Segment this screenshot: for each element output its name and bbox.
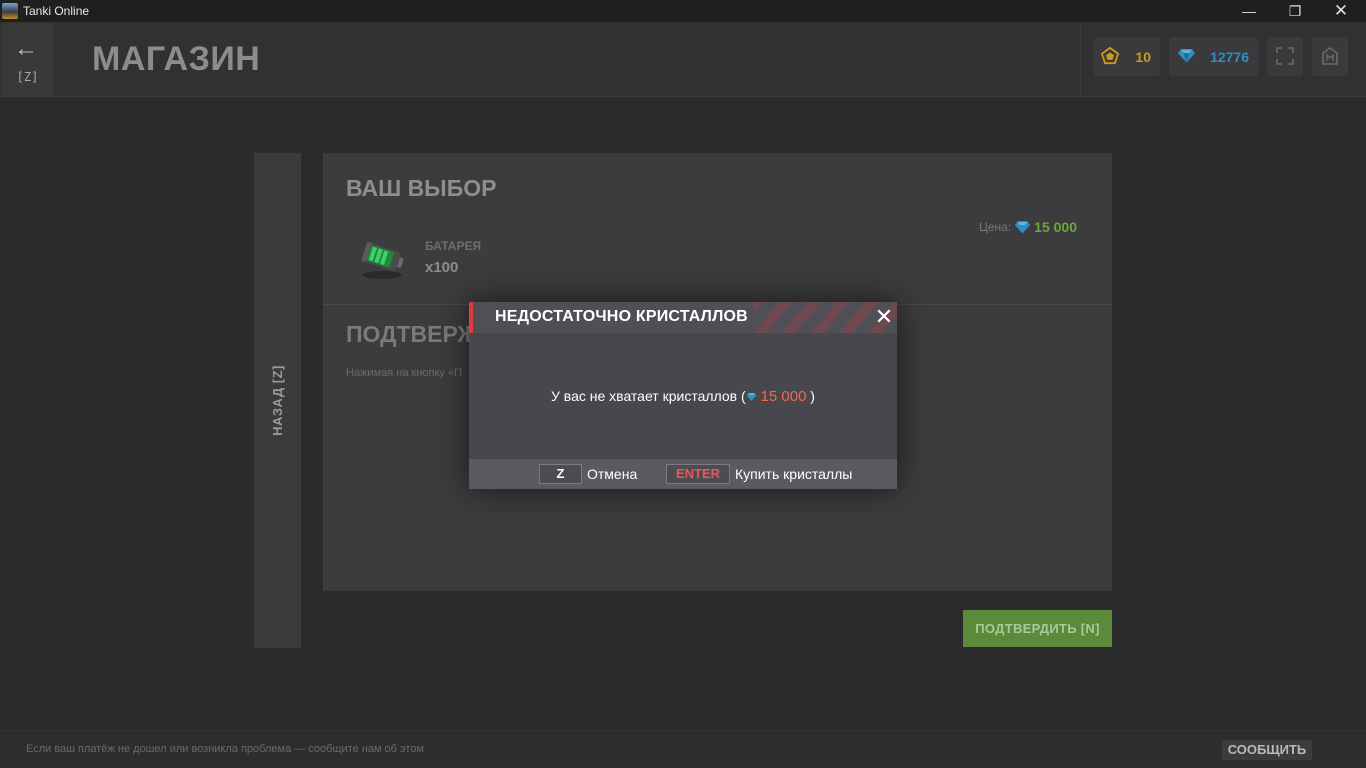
window-title: Tanki Online — [23, 4, 90, 18]
dialog-title: НЕДОСТАТОЧНО КРИСТАЛЛОВ — [495, 308, 748, 325]
app-icon — [2, 3, 18, 19]
header-divider — [1080, 23, 1081, 96]
dialog-body: У вас не хватает кристаллов ( 15 000 ) — [469, 333, 897, 459]
dialog-message: У вас не хватает кристаллов ( 15 000 ) — [469, 388, 897, 405]
buy-crystals-button[interactable]: Купить кристаллы — [735, 466, 852, 482]
back-hotkey: [Z] — [16, 70, 39, 84]
confirm-note: Нажимая на кнопку «П — [346, 367, 462, 379]
footer-help-text: Если ваш платёж не дошел или возникла пр… — [26, 743, 424, 755]
footer-bar: Если ваш платёж не дошел или возникла пр… — [0, 730, 1366, 768]
minimize-button[interactable]: — — [1226, 0, 1272, 23]
price-label: Цена: — [978, 220, 1012, 234]
dialog-header: НЕДОСТАТОЧНО КРИСТАЛЛОВ ✕ — [469, 302, 897, 333]
buy-hotkey[interactable]: ENTER — [666, 464, 730, 484]
message-suffix: ) — [806, 388, 815, 404]
dialog-footer: Z Отмена ENTER Купить кристаллы — [469, 459, 897, 489]
confirm-button[interactable]: ПОДТВЕРДИТЬ [N] — [963, 610, 1112, 647]
cancel-hotkey[interactable]: Z — [539, 464, 582, 484]
back-button[interactable]: ← [Z] — [2, 23, 53, 96]
cancel-button[interactable]: Отмена — [587, 466, 637, 482]
price-display: Цена: 15 000 — [979, 219, 1077, 235]
shop-header: ← [Z] МАГАЗИН 10 12776 — [0, 23, 1366, 97]
crystal-icon — [1177, 49, 1196, 63]
hq-button[interactable] — [1312, 37, 1348, 76]
report-button[interactable]: СООБЩИТЬ — [1222, 740, 1312, 760]
back-side-panel[interactable]: НАЗАД [Z] — [254, 153, 301, 648]
stars-counter[interactable]: 10 — [1094, 37, 1160, 76]
insufficient-crystals-dialog: НЕДОСТАТОЧНО КРИСТАЛЛОВ ✕ У вас не хвата… — [469, 302, 897, 489]
window-titlebar: Tanki Online — ❐ ✕ — [0, 0, 1366, 23]
crystal-icon — [746, 393, 757, 401]
fullscreen-icon — [1276, 47, 1294, 65]
missing-amount: 15 000 — [760, 388, 807, 405]
star-pentagon-icon — [1101, 47, 1119, 65]
message-prefix: У вас не хватает кристаллов ( — [551, 388, 746, 404]
crystals-value: 12776 — [1210, 49, 1249, 65]
maximize-button[interactable]: ❐ — [1272, 0, 1318, 23]
battery-icon — [361, 241, 404, 279]
close-window-button[interactable]: ✕ — [1318, 0, 1364, 23]
crystals-counter[interactable]: 12776 — [1169, 37, 1258, 76]
fullscreen-button[interactable] — [1267, 37, 1303, 76]
price-value: 15 000 — [1034, 219, 1077, 235]
crystal-icon — [1015, 221, 1031, 233]
item-quantity: x100 — [425, 259, 459, 276]
back-side-label: НАЗАД [Z] — [270, 365, 286, 436]
dialog-close-icon[interactable]: ✕ — [873, 306, 895, 328]
stars-value: 10 — [1135, 49, 1151, 65]
back-arrow-icon: ← — [14, 35, 38, 62]
selection-title: ВАШ ВЫБОР — [346, 175, 497, 201]
item-name: БАТАРЕЯ — [425, 239, 482, 253]
page-title: МАГАЗИН — [92, 40, 261, 78]
hq-icon — [1322, 47, 1338, 65]
